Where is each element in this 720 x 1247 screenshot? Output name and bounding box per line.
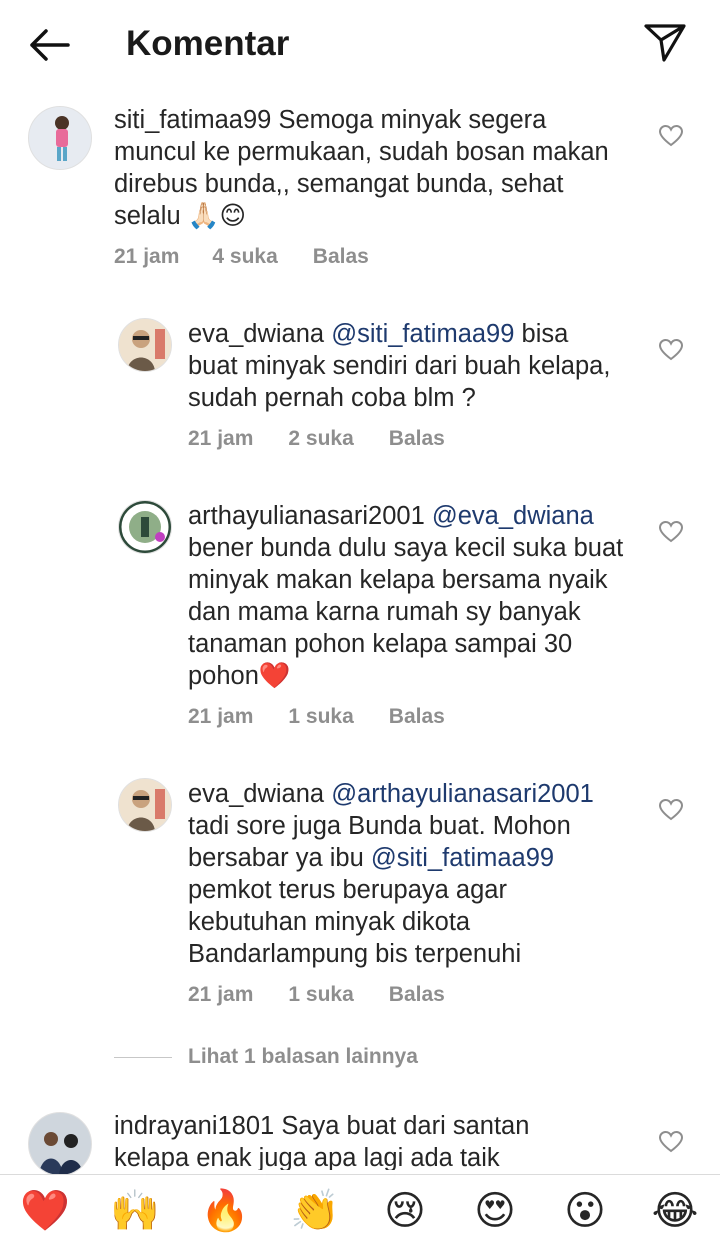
laughing-emoji-button[interactable]: 😂 <box>645 1185 705 1237</box>
reply-button[interactable]: Balas <box>389 427 445 451</box>
like-count[interactable]: 4 suka <box>212 245 277 269</box>
clapping-emoji-button[interactable]: 👏 <box>285 1185 345 1237</box>
comment-time: 21 jam <box>188 983 254 1006</box>
comment-text: pemkot terus berupaya agar kebutuhan min… <box>188 876 522 968</box>
comment-time: 21 jam <box>188 705 254 728</box>
mention-link[interactable]: @siti_fatimaa99 <box>371 844 554 872</box>
like-count[interactable]: 1 suka <box>288 705 353 729</box>
like-count[interactable]: 2 suka <box>288 427 353 451</box>
reply-button[interactable]: Balas <box>313 245 369 269</box>
avatar[interactable] <box>118 778 172 832</box>
emoji-reaction-bar: ❤️ 🙌 🔥 👏 😢 😍 😮 😂 <box>0 1174 720 1247</box>
view-more-replies[interactable]: Lihat 1 balasan lainnya <box>188 1045 418 1069</box>
divider <box>114 1057 172 1058</box>
top-bar: Komentar <box>0 0 720 90</box>
raising-hands-emoji-button[interactable]: 🙌 <box>105 1185 165 1237</box>
avatar[interactable] <box>118 318 172 372</box>
send-icon[interactable] <box>640 20 690 66</box>
heart-icon[interactable] <box>658 124 684 148</box>
comment-text: bener bunda dulu saya kecil suka buat mi… <box>188 534 624 690</box>
surprised-emoji-button[interactable]: 😮 <box>555 1185 615 1237</box>
mention-link[interactable]: @siti_fatimaa99 <box>331 320 514 348</box>
fire-emoji-button[interactable]: 🔥 <box>195 1185 255 1237</box>
avatar[interactable] <box>28 106 92 170</box>
back-arrow-icon[interactable] <box>22 22 72 68</box>
comment-username[interactable]: arthayulianasari2001 <box>188 502 425 530</box>
heart-icon[interactable] <box>658 798 684 822</box>
like-count[interactable]: 1 suka <box>288 983 353 1007</box>
heart-icon[interactable] <box>658 338 684 362</box>
reply-button[interactable]: Balas <box>389 983 445 1007</box>
reply-button[interactable]: Balas <box>389 705 445 729</box>
comment-username[interactable]: indrayani1801 <box>114 1112 274 1140</box>
crying-emoji-button[interactable]: 😢 <box>375 1185 435 1237</box>
comment-time: 21 jam <box>188 427 254 450</box>
heart-icon[interactable] <box>658 1130 684 1154</box>
heart-eyes-emoji-button[interactable]: 😍 <box>465 1185 525 1237</box>
mention-link[interactable]: @eva_dwiana <box>432 502 594 530</box>
avatar[interactable] <box>118 500 172 554</box>
mention-link[interactable]: @arthayulianasari2001 <box>331 780 594 808</box>
comment-time: 21 jam <box>114 245 180 268</box>
heart-icon[interactable] <box>658 520 684 544</box>
page-title: Komentar <box>126 24 290 63</box>
comment-username[interactable]: eva_dwiana <box>188 320 324 348</box>
avatar[interactable] <box>28 1112 92 1176</box>
heart-emoji-button[interactable]: ❤️ <box>15 1185 75 1237</box>
comment-username[interactable]: siti_fatimaa99 <box>114 106 271 134</box>
comment-username[interactable]: eva_dwiana <box>188 780 324 808</box>
